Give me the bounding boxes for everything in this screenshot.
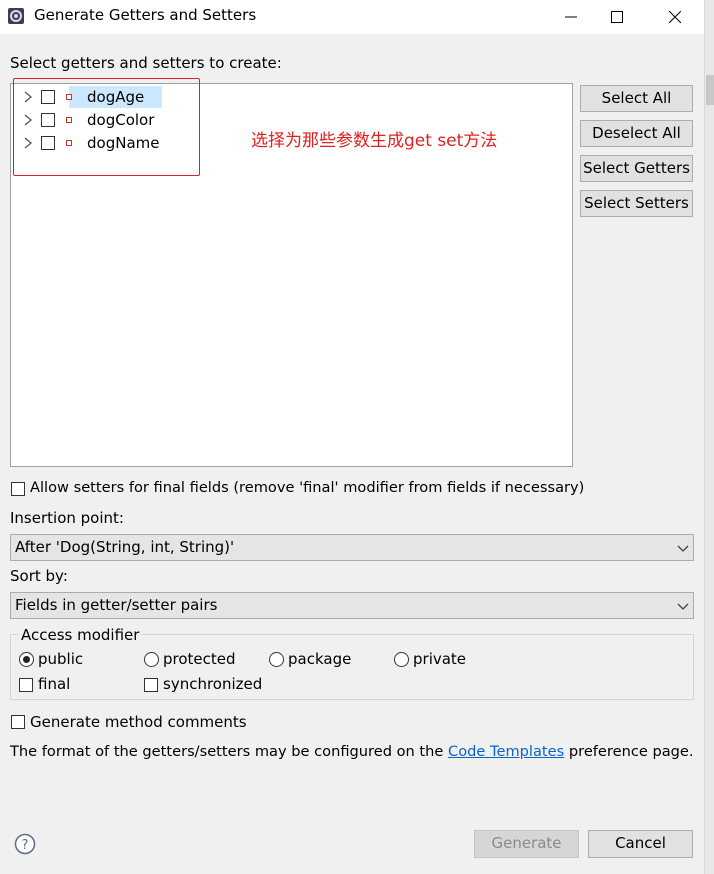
insertion-point-value: After 'Dog(String, int, String)' — [15, 538, 235, 556]
public-label: public — [38, 650, 84, 668]
annotation-text: 选择为那些参数生成get set方法 — [251, 131, 498, 151]
select-getters-button[interactable]: Select Getters — [580, 155, 693, 182]
generate-button[interactable]: Generate — [474, 830, 579, 858]
private-radio[interactable] — [394, 652, 409, 667]
protected-label: protected — [163, 650, 236, 668]
code-templates-link[interactable]: Code Templates — [448, 743, 564, 760]
public-radio[interactable] — [19, 652, 34, 667]
package-label: package — [288, 650, 352, 668]
access-modifier-group: Access modifier public protected package… — [10, 626, 694, 700]
close-icon — [669, 11, 681, 23]
final-checkbox[interactable] — [19, 678, 33, 692]
synchronized-label: synchronized — [163, 675, 263, 693]
close-button[interactable] — [652, 0, 698, 34]
minimize-button[interactable] — [548, 0, 594, 34]
select-all-button[interactable]: Select All — [580, 85, 693, 112]
title-bar: Generate Getters and Setters — [0, 0, 714, 34]
window-edge-mark — [706, 75, 714, 105]
svg-text:?: ? — [22, 838, 29, 853]
format-note-suffix: preference page. — [564, 743, 694, 760]
eclipse-app-icon — [8, 8, 24, 24]
allow-setters-label: Allow setters for final fields (remove '… — [30, 479, 585, 496]
allow-setters-checkbox[interactable] — [11, 482, 25, 496]
insertion-point-select[interactable]: After 'Dog(String, int, String)' — [10, 534, 694, 561]
protected-radio[interactable] — [144, 652, 159, 667]
sort-by-label: Sort by: — [10, 567, 68, 585]
help-icon[interactable]: ? — [14, 833, 36, 855]
access-modifier-legend: Access modifier — [19, 626, 142, 644]
generate-comments-checkbox[interactable] — [11, 715, 25, 729]
private-label: private — [413, 650, 467, 668]
cancel-button[interactable]: Cancel — [588, 830, 693, 858]
chevron-down-icon — [677, 603, 689, 610]
minimize-icon — [565, 16, 577, 18]
select-prompt: Select getters and setters to create: — [10, 54, 282, 72]
chevron-down-icon — [677, 545, 689, 552]
sort-by-value: Fields in getter/setter pairs — [15, 596, 218, 614]
insertion-point-label: Insertion point: — [10, 509, 124, 527]
select-setters-button[interactable]: Select Setters — [580, 190, 693, 217]
format-note-prefix: The format of the getters/setters may be… — [10, 743, 449, 760]
synchronized-checkbox[interactable] — [144, 678, 158, 692]
sort-by-select[interactable]: Fields in getter/setter pairs — [10, 592, 694, 619]
final-label: final — [38, 675, 71, 693]
generate-comments-label: Generate method comments — [30, 713, 247, 731]
package-radio[interactable] — [269, 652, 284, 667]
window-title: Generate Getters and Setters — [34, 6, 257, 24]
annotation-box — [13, 78, 200, 176]
format-note: The format of the getters/setters may be… — [10, 743, 694, 760]
maximize-button[interactable] — [594, 0, 640, 34]
maximize-icon — [611, 11, 623, 23]
window-edge — [704, 0, 714, 874]
deselect-all-button[interactable]: Deselect All — [580, 120, 693, 147]
